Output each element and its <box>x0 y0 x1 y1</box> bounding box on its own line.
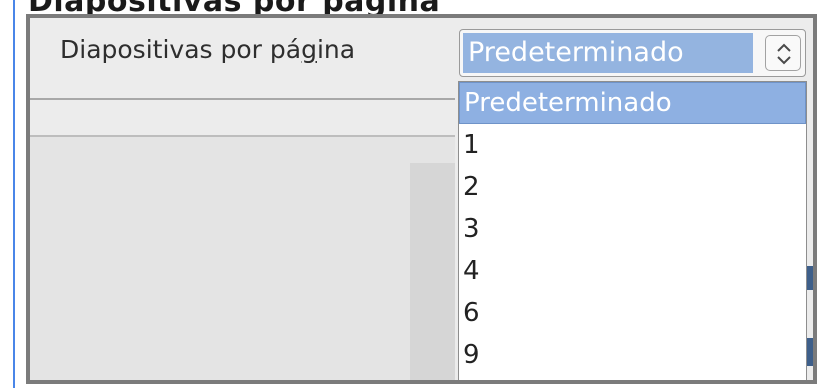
dropdown-option[interactable]: 3 <box>459 208 806 250</box>
combobox-selected-value: Predeterminado <box>463 33 753 73</box>
dropdown-option[interactable]: 9 <box>459 334 806 376</box>
dialog-screenshot-frame: Diapositivas por página Predeterminado P… <box>26 14 817 384</box>
background-panel <box>30 137 455 380</box>
left-blue-rule <box>13 0 15 388</box>
background-panel-inner <box>410 163 455 380</box>
dropdown-option[interactable]: 6 <box>459 292 806 334</box>
mnemonic-letter: g <box>301 35 317 64</box>
dropdown-option[interactable]: Predeterminado <box>459 82 806 124</box>
slides-per-page-combobox[interactable]: Predeterminado <box>459 29 806 77</box>
dropdown-option[interactable]: 4 <box>459 250 806 292</box>
separator-line <box>30 98 455 100</box>
slides-per-page-label: Diapositivas por página <box>60 35 356 64</box>
dropdown-option[interactable]: 1 <box>459 124 806 166</box>
slides-per-page-dropdown-list: Predeterminado 1 2 3 4 6 9 <box>458 81 807 380</box>
dropdown-option[interactable]: 2 <box>459 166 806 208</box>
up-down-chevron-icon <box>777 43 791 65</box>
combobox-spinner-button[interactable] <box>765 35 801 71</box>
